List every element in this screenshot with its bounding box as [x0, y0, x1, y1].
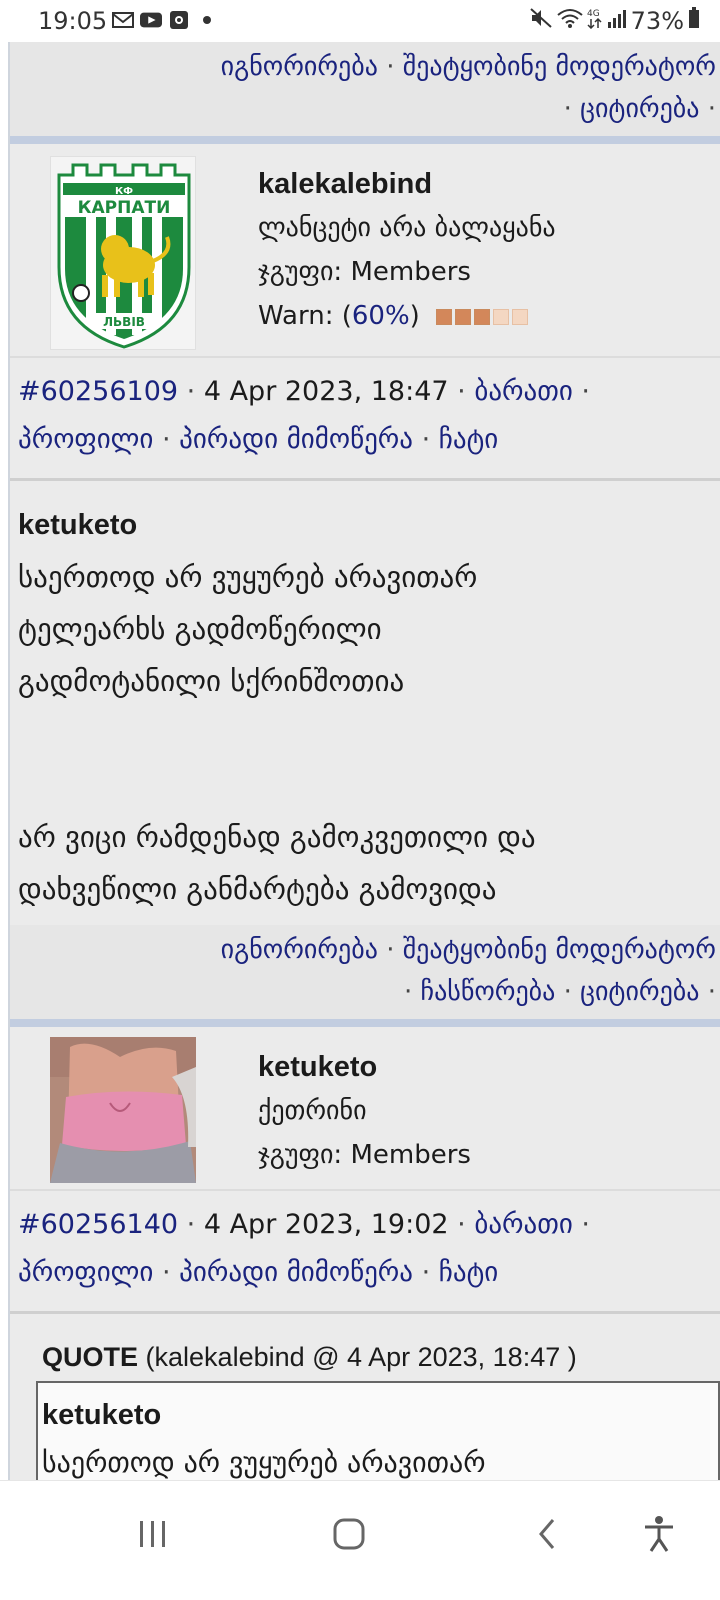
- user-group: ჯგუფი: Members: [258, 250, 556, 294]
- system-icons: 4G 73%: [529, 7, 700, 35]
- svg-text:ЛЬВІВ: ЛЬВІВ: [103, 315, 145, 329]
- warn-label: Warn:: [258, 301, 334, 331]
- navigation-bar: [0, 1480, 720, 1600]
- post-id-link[interactable]: #60256140: [18, 1209, 178, 1240]
- post-text-line: გადმოტანილი სქრინშოთია: [18, 664, 405, 698]
- warn-level: Warn: (60%): [258, 294, 556, 338]
- signal-icon: [607, 7, 627, 35]
- 4g-icon: 4G: [587, 7, 603, 35]
- quoted-author: ketuketo: [18, 509, 138, 541]
- profile-link[interactable]: პროფილი: [18, 1257, 153, 1288]
- quote-label: QUOTE: [42, 1342, 139, 1372]
- group-value: Members: [350, 257, 471, 287]
- post-meta: #60256140 · 4 Apr 2023, 19:02 · ბარათი ·…: [10, 1191, 720, 1314]
- card-link[interactable]: ბარათი: [474, 376, 572, 407]
- private-message-link[interactable]: პირადი მიმოწერა: [179, 1257, 413, 1288]
- post-actions: იგნორირება · შეატყობინე მოდერატორ · ციტი…: [10, 42, 720, 136]
- quote-text-line: საერთოდ არ ვუყურებ არავითარ: [42, 1446, 486, 1479]
- youtube-icon: [140, 9, 162, 31]
- warn-percent[interactable]: 60%: [352, 301, 410, 331]
- group-label: ჯგუფი:: [258, 1140, 343, 1170]
- user-info: ketuketo ქეთრინი ჯგუფი: Members: [258, 1045, 471, 1177]
- group-label: ჯგუფი:: [258, 257, 343, 287]
- post-text-line: ტელეარხს გადმოწერილი: [18, 612, 382, 646]
- clock: 19:05: [38, 7, 108, 35]
- warn-box: [512, 308, 529, 325]
- quote-header: QUOTE (kalekalebind @ 4 Apr 2023, 18:47 …: [10, 1314, 720, 1381]
- profile-link[interactable]: პროფილი: [18, 424, 153, 455]
- fc-karpaty-logo: КФ КАРПАТИ ЛЬВІВ: [57, 163, 191, 349]
- avatar[interactable]: КФ КАРПАТИ ЛЬВІВ: [50, 156, 196, 350]
- chat-link[interactable]: ჩატი: [439, 424, 498, 455]
- post-date: 4 Apr 2023, 18:47: [203, 376, 449, 407]
- mute-icon: [529, 7, 553, 35]
- gmail-icon: [112, 9, 134, 31]
- svg-text:КФ: КФ: [115, 186, 133, 197]
- card-link[interactable]: ბარათი: [474, 1209, 572, 1240]
- edit-link[interactable]: ჩასწორება: [421, 977, 556, 1007]
- warn-box: [455, 308, 472, 325]
- wifi-icon: [557, 7, 583, 35]
- avatar[interactable]: [50, 1037, 196, 1183]
- app-icon: [168, 9, 190, 31]
- report-moderator-link[interactable]: შეატყობინე მოდერატორ: [403, 935, 716, 965]
- forum-thread: იგნორირება · შეატყობინე მოდერატორ · ციტი…: [8, 42, 720, 1480]
- svg-text:КАРПАТИ: КАРПАТИ: [78, 198, 171, 218]
- back-icon[interactable]: [522, 1509, 572, 1559]
- recent-apps-icon[interactable]: [128, 1509, 178, 1559]
- post-author-panel: ketuketo ქეთრინი ჯგუფი: Members: [10, 1027, 720, 1191]
- post-body: QUOTE (kalekalebind @ 4 Apr 2023, 18:47 …: [10, 1314, 720, 1480]
- battery-icon: [688, 7, 700, 35]
- dot-icon: [196, 9, 218, 31]
- user-info: kalekalebind ლანცეტი არა ბალაყანა ჯგუფი:…: [258, 162, 556, 338]
- post-author-panel: КФ КАРПАТИ ЛЬВІВ kalekalebind ლანცეტი არ…: [10, 144, 720, 358]
- username[interactable]: ketuketo: [258, 1045, 471, 1089]
- post-id-link[interactable]: #60256109: [18, 376, 178, 407]
- post-body: ketuketo საერთოდ არ ვუყურებ არავითარ ტელ…: [10, 481, 720, 925]
- accessibility-icon[interactable]: [634, 1509, 684, 1559]
- username[interactable]: kalekalebind: [258, 162, 556, 206]
- warn-box: [493, 308, 510, 325]
- report-moderator-link[interactable]: შეატყობინე მოდერატორ: [403, 52, 716, 82]
- post-meta: #60256109 · 4 Apr 2023, 18:47 · ბარათი ·…: [10, 358, 720, 481]
- ignore-link[interactable]: იგნორირება: [221, 935, 378, 965]
- private-message-link[interactable]: პირადი მიმოწერა: [179, 424, 413, 455]
- post-text-line: არ ვიცი რამდენად გამოკვეთილი და: [18, 820, 536, 854]
- home-icon[interactable]: [324, 1509, 374, 1559]
- user-title: ლანცეტი არა ბალაყანა: [258, 213, 556, 243]
- quote-block: ketuketo საერთოდ არ ვუყურებ არავითარ: [36, 1381, 720, 1480]
- notification-icons: [112, 9, 218, 31]
- post-divider: [10, 1019, 720, 1027]
- post-divider: [10, 136, 720, 144]
- post-actions: იგნორირება · შეატყობინე მოდერატორ · ჩასწ…: [10, 925, 720, 1019]
- ignore-link[interactable]: იგნორირება: [221, 52, 378, 82]
- quote-link[interactable]: ციტირება: [580, 94, 699, 124]
- user-title: ქეთრინი: [258, 1096, 367, 1126]
- group-value: Members: [350, 1140, 471, 1170]
- chat-link[interactable]: ჩატი: [439, 1257, 498, 1288]
- user-group: ჯგუფი: Members: [258, 1133, 471, 1177]
- quote-link[interactable]: ციტირება: [580, 977, 699, 1007]
- warn-box: [436, 308, 453, 325]
- post-text-line: დახვეწილი განმარტება გამოვიდა: [18, 872, 497, 906]
- warn-box: [474, 308, 491, 325]
- post-date: 4 Apr 2023, 19:02: [203, 1209, 449, 1240]
- battery-percent: 73%: [630, 7, 684, 35]
- quote-author: ketuketo: [42, 1399, 162, 1431]
- post-text-line: საერთოდ არ ვუყურებ არავითარ: [18, 560, 478, 594]
- user-photo: [50, 1037, 196, 1183]
- quote-meta: (kalekalebind @ 4 Apr 2023, 18:47 ): [145, 1342, 577, 1372]
- warn-meter: [436, 308, 529, 325]
- svg-text:4G: 4G: [587, 9, 600, 19]
- status-bar: 19:05 4G 73%: [0, 0, 720, 42]
